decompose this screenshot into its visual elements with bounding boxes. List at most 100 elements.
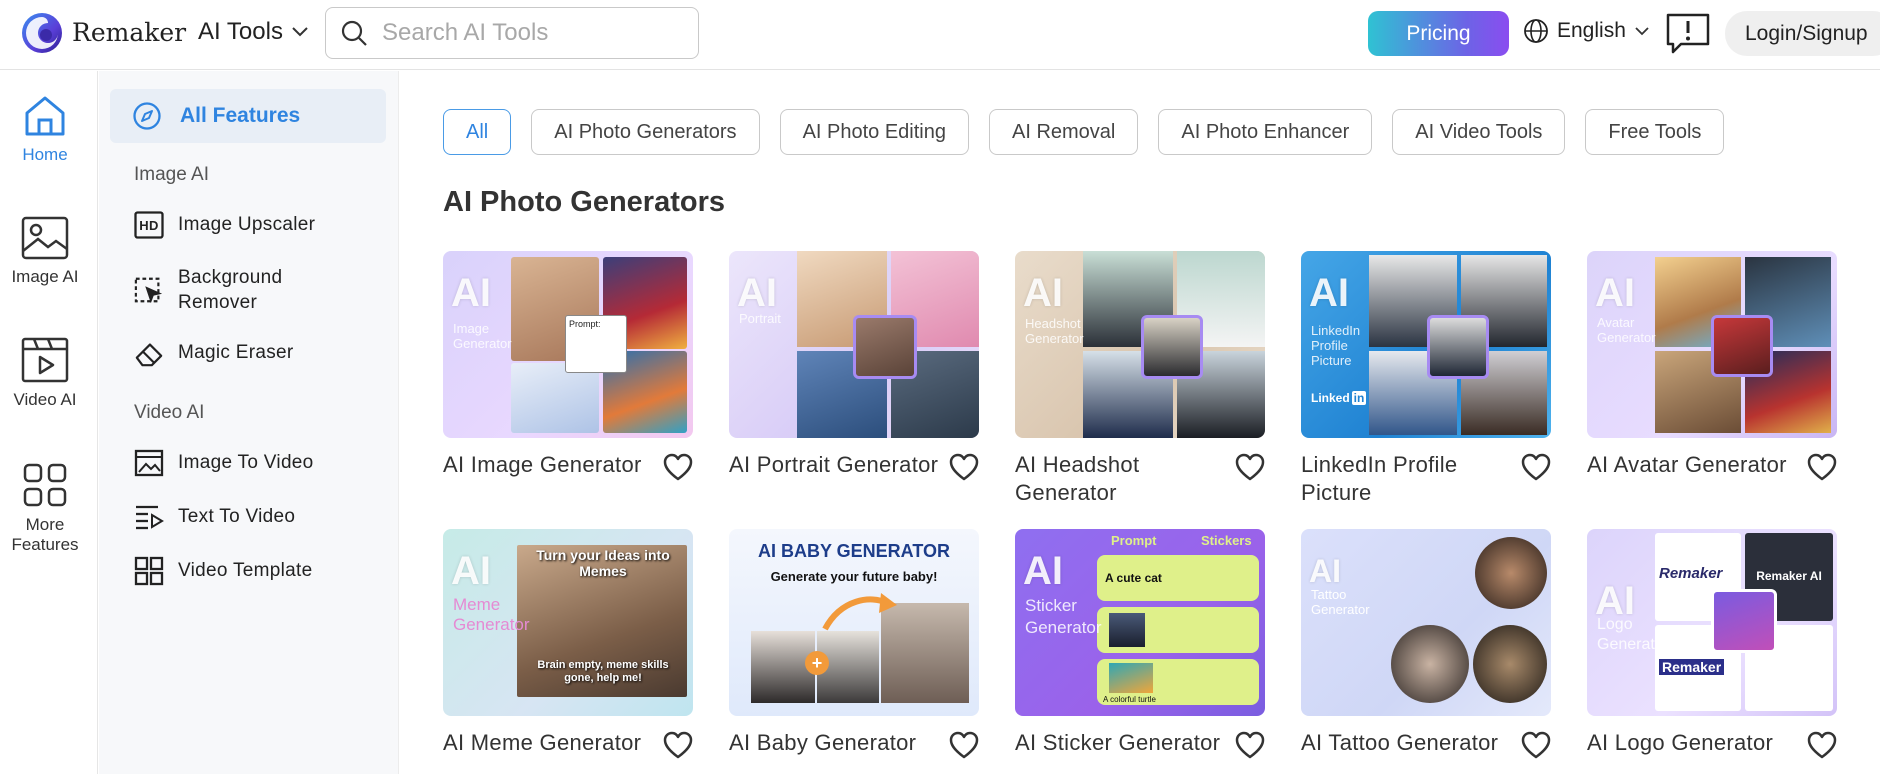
- card-thumbnail[interactable]: Prompt Stickers A cute cat A colorful tu…: [1015, 529, 1265, 716]
- thumb-ai-text: AI: [451, 271, 491, 315]
- card-title[interactable]: AI Avatar Generator: [1587, 451, 1797, 479]
- feature-subnav: All Features Image AI HD Image Upscaler …: [99, 71, 399, 774]
- rail-item-more-features[interactable]: More Features: [0, 461, 90, 555]
- linkedin-text: Linked: [1311, 391, 1350, 405]
- thumb-sub-text: Image Generator: [453, 321, 512, 351]
- filter-ai-photo-generators[interactable]: AI Photo Generators: [531, 109, 760, 155]
- rail-item-home[interactable]: Home: [0, 93, 90, 165]
- card-thumbnail[interactable]: AI Headshot Generator: [1015, 251, 1265, 438]
- tool-card[interactable]: AI Avatar Generator AI Avatar Generator: [1587, 251, 1837, 481]
- heart-icon[interactable]: [1807, 453, 1837, 481]
- thumb-photo: [1391, 625, 1469, 703]
- filter-ai-photo-enhancer[interactable]: AI Photo Enhancer: [1158, 109, 1373, 155]
- ai-tools-label: AI Tools: [198, 18, 283, 45]
- grid-icon: [23, 463, 67, 507]
- remaker-logo-icon[interactable]: [20, 11, 64, 55]
- rail-item-image-ai[interactable]: Image AI: [0, 215, 90, 287]
- heart-icon[interactable]: [949, 453, 979, 481]
- video-template-label: Video Template: [178, 560, 313, 581]
- card-thumbnail[interactable]: AI BABY GENERATOR Generate your future b…: [729, 529, 979, 716]
- chevron-down-icon: [1635, 27, 1649, 36]
- ai-tools-dropdown[interactable]: AI Tools: [198, 18, 309, 46]
- image-icon: [21, 216, 69, 260]
- rail-home-label: Home: [22, 145, 68, 164]
- heart-icon[interactable]: [1521, 731, 1551, 759]
- plus-icon: +: [805, 651, 829, 675]
- language-selector[interactable]: English: [1523, 18, 1650, 44]
- tool-card[interactable]: AI Headshot Generator AI Headshot Genera…: [1015, 251, 1265, 505]
- card-title[interactable]: AI Baby Generator: [729, 729, 939, 757]
- brand-name[interactable]: Remaker: [72, 18, 186, 47]
- svg-text:HD: HD: [139, 218, 158, 233]
- tool-card[interactable]: AI LinkedIn Profile Picture Linked in Lin…: [1301, 251, 1551, 505]
- card-title[interactable]: AI Headshot Generator: [1015, 451, 1225, 507]
- baby-title: AI BABY GENERATOR: [757, 541, 951, 561]
- section-title: AI Photo Generators: [443, 186, 725, 218]
- subnav-item-magic-eraser[interactable]: Magic Eraser: [134, 338, 294, 368]
- text-to-video-label: Text To Video: [178, 506, 296, 527]
- thumb-ai-text: AI: [1023, 271, 1063, 315]
- search-box[interactable]: [325, 7, 699, 59]
- pricing-button[interactable]: Pricing: [1368, 11, 1509, 56]
- sticker-cat-text: A cute cat: [1105, 571, 1162, 585]
- tool-card[interactable]: Prompt Stickers A cute cat A colorful tu…: [1015, 529, 1265, 759]
- card-thumbnail[interactable]: AI LinkedIn Profile Picture Linked in: [1301, 251, 1551, 438]
- card-title[interactable]: AI Tattoo Generator: [1301, 729, 1511, 757]
- filter-ai-photo-editing[interactable]: AI Photo Editing: [779, 109, 969, 155]
- all-features-button[interactable]: All Features: [110, 89, 386, 143]
- rail-item-video-ai[interactable]: Video AI: [0, 336, 90, 410]
- sticker-turtle-text: A colorful turtle: [1103, 695, 1156, 704]
- card-thumbnail[interactable]: AI Portrait: [729, 251, 979, 438]
- heart-icon[interactable]: [1235, 731, 1265, 759]
- linkedin-logo: Linked in: [1311, 391, 1367, 405]
- thumb-ai-text: AI: [737, 271, 777, 315]
- card-thumbnail[interactable]: Remaker Remaker AI Remaker AI Logo Gener…: [1587, 529, 1837, 716]
- search-input[interactable]: [382, 19, 672, 47]
- card-thumbnail[interactable]: AI Avatar Generator: [1587, 251, 1837, 438]
- subnav-item-video-template[interactable]: Video Template: [134, 556, 312, 586]
- filter-ai-video-tools[interactable]: AI Video Tools: [1392, 109, 1566, 155]
- tool-card[interactable]: Turn your Ideas into Memes Brain empty, …: [443, 529, 693, 759]
- tool-card[interactable]: Prompt: AI Image Generator AI Image Gene…: [443, 251, 693, 481]
- tool-card[interactable]: AI Tattoo Generator AI Tattoo Generator: [1301, 529, 1551, 759]
- card-thumbnail[interactable]: Prompt: AI Image Generator: [443, 251, 693, 438]
- filter-all[interactable]: All: [443, 109, 512, 155]
- thumb-photo: [853, 315, 917, 379]
- meme-top-text: Turn your Ideas into Memes: [536, 547, 670, 579]
- heart-icon[interactable]: [1235, 453, 1265, 481]
- compass-icon: [133, 102, 161, 130]
- thumb-sub-text: LinkedIn Profile Picture: [1311, 323, 1361, 368]
- heart-icon[interactable]: [663, 731, 693, 759]
- subnav-item-image-to-video[interactable]: Image To Video: [134, 448, 314, 478]
- card-title[interactable]: AI Sticker Generator: [1015, 729, 1225, 757]
- card-title[interactable]: AI Logo Generator: [1587, 729, 1797, 757]
- card-thumbnail[interactable]: Turn your Ideas into Memes Brain empty, …: [443, 529, 693, 716]
- tool-card[interactable]: Remaker Remaker AI Remaker AI Logo Gener…: [1587, 529, 1837, 759]
- heart-icon[interactable]: [1807, 731, 1837, 759]
- subnav-item-text-to-video[interactable]: Text To Video: [134, 502, 295, 532]
- background-remover-label-1: Background: [178, 267, 283, 288]
- card-title[interactable]: AI Portrait Generator: [729, 451, 939, 479]
- globe-icon: [1524, 19, 1548, 43]
- filter-free-tools[interactable]: Free Tools: [1585, 109, 1725, 155]
- tool-card[interactable]: AI Portrait AI Portrait Generator: [729, 251, 979, 481]
- card-title[interactable]: AI Meme Generator: [443, 729, 653, 757]
- card-title[interactable]: LinkedIn Profile Picture: [1301, 451, 1511, 507]
- feedback-icon[interactable]: [1665, 12, 1711, 56]
- thumb-photo: [511, 363, 599, 433]
- heart-icon[interactable]: [949, 731, 979, 759]
- heart-icon[interactable]: [663, 453, 693, 481]
- card-thumbnail[interactable]: AI Tattoo Generator: [1301, 529, 1551, 716]
- heart-icon[interactable]: [1521, 453, 1551, 481]
- card-title[interactable]: AI Image Generator: [443, 451, 653, 479]
- logo-text-3: Remaker: [1659, 659, 1725, 675]
- text-to-video-icon: [134, 502, 164, 532]
- tool-card[interactable]: AI BABY GENERATOR Generate your future b…: [729, 529, 979, 759]
- thumb-sub-text: Avatar Generator: [1597, 315, 1656, 345]
- category-filters: All AI Photo Generators AI Photo Editing…: [443, 109, 1725, 155]
- thumb-photo: [1427, 315, 1489, 379]
- filter-ai-removal[interactable]: AI Removal: [989, 109, 1139, 155]
- login-signup-button[interactable]: Login/Signup: [1725, 11, 1880, 56]
- subnav-item-image-upscaler[interactable]: HD Image Upscaler: [134, 210, 315, 240]
- subnav-item-background-remover[interactable]: Background Remover: [134, 265, 282, 315]
